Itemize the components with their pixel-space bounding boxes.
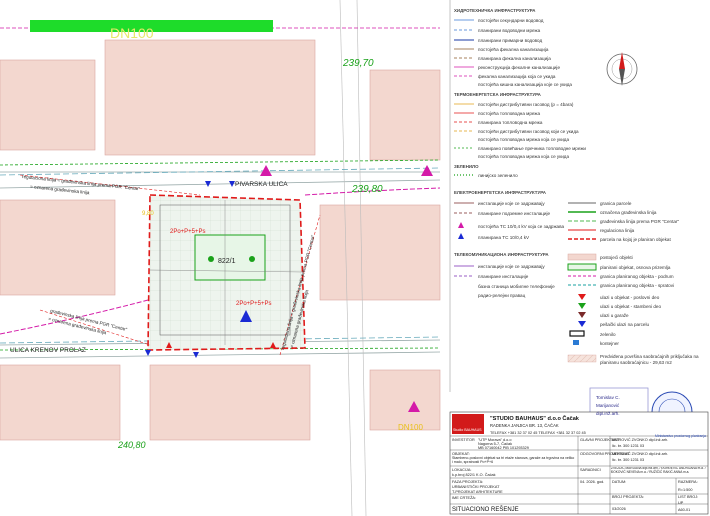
odgovorni-license: lic. br. 300 1231 03 [612, 458, 644, 462]
green-dot-2 [249, 256, 255, 262]
company-name: "STUDIO BAUHAUS" d.o.o Čačak [490, 415, 580, 422]
legend-item: фекална канализација која се укида [478, 74, 556, 79]
list-text: UP [678, 501, 684, 505]
legend-item: планирана ТС 10/0,4 kV [478, 235, 530, 240]
legend-item: постојећа топловодна мрежа која се укида [478, 137, 569, 142]
legend-item: инсталације које се задржавају [478, 264, 545, 269]
legend-item: планирани водоводни мрежа [478, 28, 541, 33]
legend-lower-item: postojeći objekti [600, 255, 633, 260]
legend-item: постојећа топловодна мрежа која се укида [478, 154, 569, 159]
broj-text: 03/2026 [612, 507, 626, 511]
legend-lower-item: ulazi u garaže [600, 313, 629, 318]
legend-item: планирано повећање пречника топловодне м… [478, 146, 586, 151]
stamp-left-line3: dipl.inž.arh. [596, 411, 620, 416]
legend-item: планирана фекална канализација [478, 56, 551, 61]
legend-section-title: ТЕЛЕКОМУНИКАЦИОНА ИНФРАСТРУКТУРА [454, 252, 549, 257]
legend-lower-item: kontejner [600, 341, 619, 346]
legend-item: постојећа кишна канализација које се уки… [478, 82, 572, 87]
legend-item: постојећа топловодна мрежа [478, 111, 540, 116]
planned-parcel [147, 194, 306, 351]
glavni-name: MITROVIĆ ZVONKO dipl.inž.arh. [612, 437, 668, 442]
legend-item: реконструкција фекалне канализације [478, 65, 560, 70]
legend-lower-item: granica parcele [600, 201, 632, 206]
legend-item: базна станица мобилне телефоније [478, 284, 555, 289]
lokacija-label: LOKACIJA: [452, 468, 471, 472]
legend-lower-item: planirani objekat, osnova prizemlja [600, 265, 671, 270]
legend-item: радио-релејни правац [478, 293, 526, 298]
legend-lower-item: granica planiranog objekta - spratovi [600, 283, 674, 288]
legend-item: постојећи секундарни водовод [478, 18, 544, 23]
legend-section-title: ХИДРОТЕХНИЧКА ИНФРАСТРУКТУРА [454, 8, 536, 13]
logo-text: Studio BAUHAUS [453, 428, 482, 432]
legend-lower-item: zelenilo [600, 332, 616, 337]
legend-item: постојећи дистрибутивни гасовод (p = 4ba… [478, 102, 574, 107]
legend-lower-note: Predviđena površina saobraćajnih priklju… [600, 354, 699, 365]
street-krenov: ULICA KRENOV PROLAZ [10, 347, 86, 354]
list-label: LIST BROJ: [678, 495, 698, 499]
building-label-bottom: 2Po+P+5+Ps [236, 301, 272, 307]
legend-lower-symbols [567, 202, 597, 363]
legend-item: постојећа ТС 10/0,4 kV која се задржава [478, 224, 565, 229]
datum-text: 04. 2026. god. [580, 480, 604, 484]
faza-text: URBANISTIČKI PROJEKAT [452, 484, 500, 489]
faza-text-2: T-PROJEKAT ARHITEKTURE [452, 490, 503, 494]
crtez-text: SITUACIONO REŠENJE [452, 506, 519, 513]
stamp-left-line1: Tomislav C. [596, 395, 620, 400]
banner-label: DN100 [110, 25, 154, 41]
parcel-number: 822/1 [218, 258, 236, 265]
lokacija-text: k.p.broj 822/1 K.O. Čačak [452, 472, 496, 477]
stamp-left-line2: Marijanović [596, 403, 620, 408]
legend-item: инсталације које се задржавају [478, 201, 545, 206]
green-dot-1 [208, 256, 214, 262]
saradnici-label: SARADNICI [580, 468, 601, 472]
elevation-3: 240,80 [117, 440, 146, 450]
legend-section-title: ТЕРМОЕНЕРГЕТСКА ИНФРАСТРУКТУРА [454, 92, 542, 97]
dn-label-right: DN100 [398, 423, 423, 432]
legend-item: линијско зеленило [478, 173, 518, 178]
ts-marker-2 [421, 165, 433, 176]
legend-section-title: ЕЛЕКТРОЕНЕРГЕТСКА ИНФРАСТРУКТУРА [454, 190, 547, 195]
legend-item: постојећа фекална канализација [478, 47, 549, 52]
faza-label: FAZA PROJEKTA: [452, 480, 483, 484]
legend-item: постојећи дистрибутивни гасовод који се … [478, 129, 579, 134]
legend-item: планиране подземне инсталације [478, 211, 551, 216]
elevation-2: 239,80 [351, 184, 383, 195]
north-arrow-icon [606, 52, 638, 86]
legend-lower-item: pešački ulazi na parcelu [600, 322, 649, 327]
legend-item: планирани примарни водовод [478, 38, 542, 43]
crtez-label: IME CRTEŽA: [452, 495, 476, 500]
building-label-top: 2Po+P+5+Ps [170, 229, 206, 235]
elevation-1: 239,70 [342, 58, 374, 69]
investor-label: INVESTITOR [452, 438, 475, 442]
site-plan-drawing: DN100 239,70 239,80 240,80 DN100 PIVARSK… [0, 0, 709, 516]
legend-item: планирана топловодна мрежа [478, 120, 543, 125]
street-pivarska: PIVARSKA ULICA [235, 181, 288, 188]
saradnici-text: ZVEZDIĆ MARIJANA dipl.inž.arh. / ĐORĐEVI… [611, 467, 706, 473]
legend-section-title: ЗЕЛЕНИЛО [454, 164, 479, 169]
company-address: RADENKA JANJICA BR. 13, ČAČAK [490, 423, 559, 428]
corner-label: 9,80 [142, 211, 154, 217]
legend-upper [449, 0, 474, 392]
broj-label: BROJ PROJEKTA: [612, 495, 644, 499]
razmera-label: RAZMERA: [678, 480, 698, 484]
legend-item: планиране инсталације [478, 274, 529, 279]
legend-lower-item: regulaciona linija [600, 228, 635, 233]
objekat-text: Stambeno-poslovni objekat sa tri etaže s… [452, 456, 574, 464]
glavni-license: lic. br. 300 1231 03 [612, 444, 644, 448]
legend-lower-item: ulazi u objekat - poslovni deo [600, 295, 660, 300]
list-number: A60-01 [678, 508, 690, 512]
company-phone: TELEFAX +381 32 37 02 45 TELEFAX +381 32… [490, 431, 586, 435]
legend-lower-item: ulazi u objekat - stambeni deo [600, 304, 661, 309]
legend-lower-item: parcela na kojoj je planiran objekat [600, 237, 671, 242]
legend-lower-item: označena građevinska linija [600, 210, 657, 215]
datum-label: DATUM: [612, 480, 626, 484]
legend-lower-item: granica planiranog objekta - podrum [600, 274, 674, 279]
investor-id: MB 07160042 PIB 101293329 [478, 446, 529, 450]
diag-label-top-b: = oznarena građevinska linija [30, 184, 90, 195]
razmera-text: R=1:500 [678, 488, 692, 492]
legend-lower-item: građevinska linija prema PGR "Centar" [600, 219, 679, 224]
odgovorni-name: MITROVIĆ ZVONKO dipl.inž.arh. [612, 451, 668, 456]
